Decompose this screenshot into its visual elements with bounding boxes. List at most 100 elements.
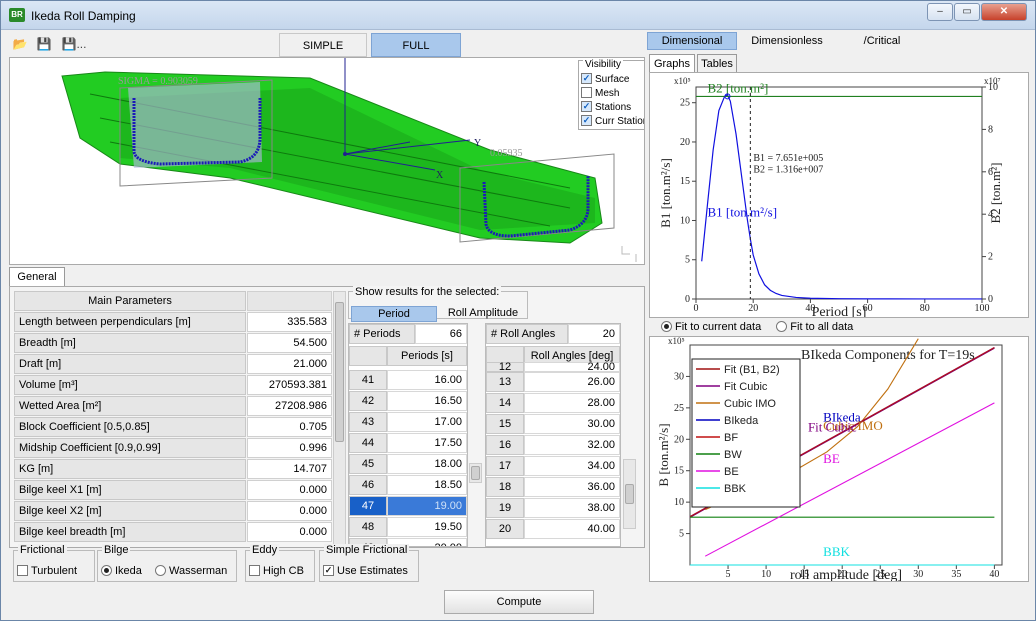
- hull-3d-view[interactable]: SIGMA = 0.903059 0.05935 X Y Visibility …: [9, 57, 645, 265]
- param-row: Block Coefficient [0.5,0.85] 0.705: [14, 417, 334, 438]
- tab-tables[interactable]: Tables: [697, 54, 737, 74]
- row-value[interactable]: 38.00: [524, 498, 620, 518]
- wasserman-option[interactable]: Wasserman: [155, 564, 227, 578]
- param-value[interactable]: 14.707: [247, 459, 332, 479]
- compute-button[interactable]: Compute: [444, 590, 594, 614]
- row-value[interactable]: 32.00: [524, 435, 620, 455]
- checkbox-unchecked-icon[interactable]: [249, 564, 260, 576]
- row-index: 15: [486, 414, 524, 434]
- frictional-title: Frictional: [18, 544, 67, 556]
- bilge-title: Bilge: [102, 544, 131, 556]
- minimize-button[interactable]: ‒: [927, 3, 953, 21]
- tab-graphs[interactable]: Graphs: [649, 54, 695, 74]
- checkbox-checked-icon[interactable]: ✓: [581, 100, 592, 112]
- param-value[interactable]: 0.000: [247, 522, 332, 542]
- chart1-svg: 0 20 40 60 80 10005101520250246810x10⁵ x10⁷Per…: [658, 76, 1003, 320]
- row-value[interactable]: 18.00: [387, 454, 467, 474]
- checkbox-checked-icon[interactable]: ✓: [581, 114, 592, 126]
- row-value[interactable]: 19.50: [387, 517, 467, 537]
- row-index: 45: [349, 454, 387, 474]
- checkbox-unchecked-icon[interactable]: [17, 564, 28, 576]
- row-value[interactable]: 17.00: [387, 412, 467, 432]
- row-value[interactable]: 17.50: [387, 433, 467, 453]
- ikeda-components-chart[interactable]: 5 10 15 20 25 30 35 40 5 10 15 20 25 30 x10⁵ roll ampli…: [649, 336, 1029, 583]
- damping-vs-period-chart[interactable]: 0 20 40 60 80 100 0 5 10 15 20 25 0 2 4 6 8 10 x10⁵ x10⁷ Per…: [649, 72, 1029, 320]
- row-value[interactable]: 34.00: [524, 456, 620, 476]
- param-value[interactable]: 0.705: [247, 417, 332, 437]
- row-value[interactable]: 28.00: [524, 393, 620, 413]
- tab-general[interactable]: General: [9, 267, 65, 287]
- param-name: Bilge keel X2 [m]: [14, 501, 246, 521]
- tab-critical[interactable]: /Critical: [837, 32, 927, 50]
- tab-dimensionless[interactable]: Dimensionless: [739, 32, 835, 50]
- row-index: 13: [486, 372, 524, 392]
- param-value[interactable]: 270593.381: [247, 375, 332, 395]
- param-value[interactable]: 0.000: [247, 501, 332, 521]
- radio-selected-icon[interactable]: [661, 320, 672, 332]
- roll-amplitude-button[interactable]: Roll Amplitude: [439, 306, 527, 322]
- chart-title: BIkeda Components for T=19s: [801, 348, 975, 363]
- turbulent-option[interactable]: Turbulent: [17, 564, 77, 578]
- legend-label: BE: [724, 466, 739, 478]
- params-scrollbar[interactable]: [333, 291, 346, 545]
- visibility-stations[interactable]: ✓ Stations: [581, 100, 631, 114]
- ikeda-option[interactable]: Ikeda: [101, 564, 142, 578]
- row-value[interactable]: 18.50: [387, 475, 467, 495]
- y2-multiplier: x10⁷: [984, 76, 1001, 86]
- close-button[interactable]: ✕: [981, 3, 1027, 21]
- radio-selected-icon[interactable]: [101, 564, 112, 576]
- angles-table: # Roll Angles 20 Roll Angles [deg] 12 24.…: [485, 323, 621, 547]
- param-value[interactable]: 21.000: [247, 354, 332, 374]
- simple-mode-button[interactable]: SIMPLE: [279, 33, 367, 57]
- checkbox-checked-icon[interactable]: ✓: [323, 564, 334, 576]
- radio-unselected-icon[interactable]: [776, 320, 788, 332]
- maximize-button[interactable]: ▭: [954, 3, 980, 21]
- plot-frame: [695, 86, 983, 300]
- periods-count-value[interactable]: 66: [415, 324, 467, 344]
- visibility-mesh[interactable]: Mesh: [581, 86, 619, 100]
- param-row: Volume [m³] 270593.381: [14, 375, 334, 396]
- radio-unselected-icon[interactable]: [155, 564, 166, 576]
- y-tick-label: 30: [674, 371, 684, 382]
- b1-series-label: B1 [ton.m²/s]: [707, 205, 777, 220]
- save-as-button[interactable]: 💾...: [59, 34, 89, 52]
- visibility-surface[interactable]: ✓ Surface: [581, 72, 629, 86]
- ikeda-label: Ikeda: [115, 565, 142, 577]
- row-value[interactable]: 36.00: [524, 477, 620, 497]
- row-value[interactable]: 26.00: [524, 372, 620, 392]
- open-folder-icon[interactable]: 📂: [11, 34, 29, 52]
- legend-label: Fit (B1, B2): [724, 364, 780, 376]
- periods-scroll-thumb[interactable]: [471, 466, 480, 480]
- param-value[interactable]: 54.500: [247, 333, 332, 353]
- full-mode-button[interactable]: FULL: [371, 33, 461, 57]
- save-icon[interactable]: 💾: [35, 34, 53, 52]
- angles-scrollbar[interactable]: [623, 459, 636, 529]
- checkbox-unchecked-icon[interactable]: [581, 86, 592, 98]
- row-index: 17: [486, 456, 524, 476]
- periods-scrollbar[interactable]: [469, 463, 482, 483]
- checkbox-checked-icon[interactable]: ✓: [581, 72, 592, 84]
- params-scroll-thumb[interactable]: [335, 302, 344, 442]
- param-row: Length between perpendiculars [m] 335.583: [14, 312, 334, 333]
- period-button[interactable]: Period: [351, 306, 437, 322]
- row-value[interactable]: 30.00: [524, 414, 620, 434]
- param-value[interactable]: 0.996: [247, 438, 332, 458]
- row-value[interactable]: 16.00: [387, 370, 467, 390]
- param-value[interactable]: 0.000: [247, 480, 332, 500]
- high-cb-option[interactable]: High CB: [249, 564, 304, 578]
- tab-dimensional[interactable]: Dimensional: [647, 32, 737, 50]
- angles-count-value[interactable]: 20: [568, 324, 620, 344]
- legend-label: BBK: [724, 483, 747, 495]
- param-value[interactable]: 27208.986: [247, 396, 332, 416]
- row-value[interactable]: 24.00: [524, 362, 620, 373]
- param-value[interactable]: 335.583: [247, 312, 332, 332]
- row-value[interactable]: 40.00: [524, 519, 620, 539]
- angles-scroll-thumb[interactable]: [625, 484, 634, 504]
- fit-current-option[interactable]: Fit to current data: [661, 320, 761, 333]
- y-tick-label: 10: [674, 497, 684, 508]
- row-value[interactable]: 19.00: [387, 496, 467, 516]
- row-value[interactable]: 16.50: [387, 391, 467, 411]
- fit-all-option[interactable]: Fit to all data: [776, 320, 853, 333]
- use-estimates-option[interactable]: ✓ Use Estimates: [323, 564, 408, 578]
- visibility-curr-station[interactable]: ✓ Curr Station: [581, 114, 644, 128]
